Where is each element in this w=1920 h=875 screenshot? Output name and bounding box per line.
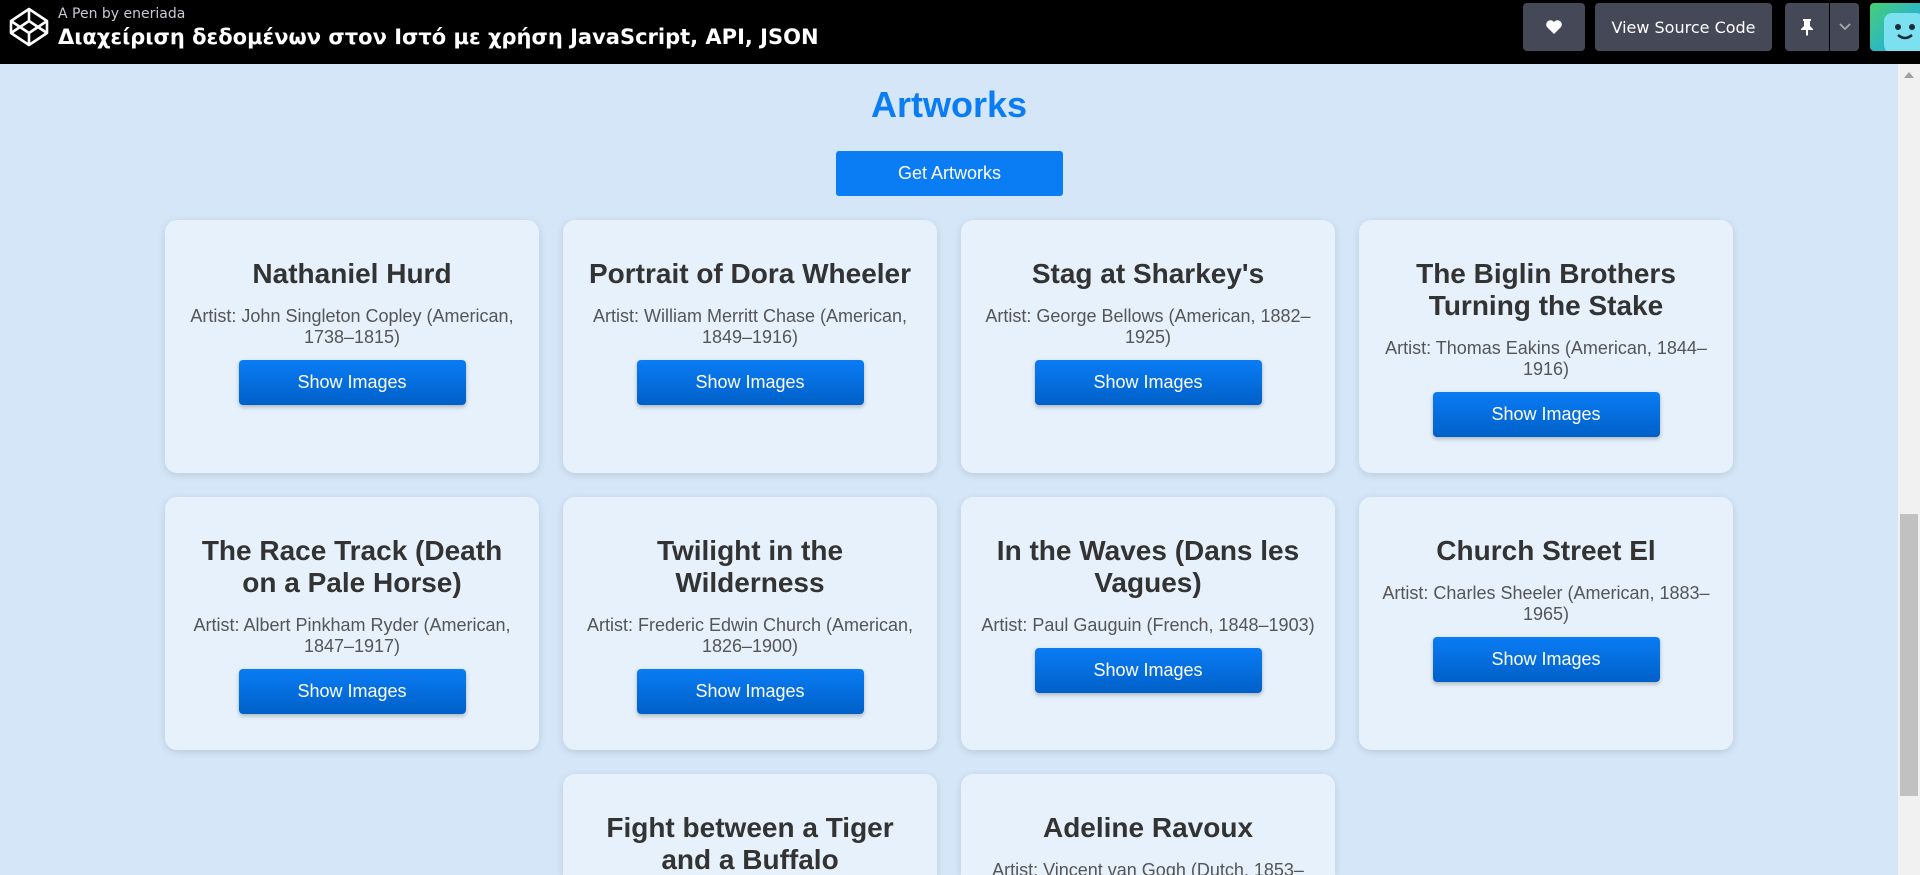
artwork-card: In the Waves (Dans les Vagues) Artist: P… <box>961 497 1335 750</box>
pen-title: Διαχείριση δεδομένων στον Ιστό με χρήση … <box>58 25 819 49</box>
artwork-artist: Artist: William Merritt Chase (American,… <box>592 306 908 347</box>
user-avatar[interactable] <box>1870 3 1920 51</box>
artwork-title: Portrait of Dora Wheeler <box>588 258 912 289</box>
artwork-card: Nathaniel Hurd Artist: John Singleton Co… <box>165 220 539 473</box>
artwork-card: Church Street El Artist: Charles Sheeler… <box>1359 497 1733 750</box>
pen-author[interactable]: A Pen by eneriada <box>58 6 819 22</box>
artwork-artist: Artist: Paul Gauguin (French, 1848–1903) <box>981 615 1315 635</box>
show-images-button[interactable]: Show Images <box>636 669 864 714</box>
artwork-title: Adeline Ravoux <box>1042 812 1254 843</box>
get-artworks-button[interactable]: Get Artworks <box>836 151 1063 196</box>
show-images-button[interactable]: Show Images <box>238 669 466 714</box>
artwork-artist: Artist: John Singleton Copley (American,… <box>190 306 514 347</box>
artwork-card: Stag at Sharkey's Artist: George Bellows… <box>961 220 1335 473</box>
heart-icon <box>1546 20 1562 34</box>
artwork-card: Twilight in the Wilderness Artist: Frede… <box>563 497 937 750</box>
artwork-card: Portrait of Dora Wheeler Artist: William… <box>563 220 937 473</box>
chevron-down-icon <box>1838 23 1851 31</box>
artwork-title: In the Waves (Dans les Vagues) <box>996 535 1300 598</box>
artwork-artist: Artist: Thomas Eakins (American, 1844–19… <box>1385 338 1707 379</box>
artwork-title: The Biglin Brothers Turning the Stake <box>1416 258 1676 321</box>
artwork-artist: Artist: George Bellows (American, 1882–1… <box>985 306 1311 347</box>
show-images-button[interactable]: Show Images <box>636 360 864 405</box>
show-images-button[interactable]: Show Images <box>1034 360 1262 405</box>
artwork-title: The Race Track (Death on a Pale Horse) <box>201 535 503 598</box>
pin-dropdown-button[interactable] <box>1830 3 1859 51</box>
avatar-face-icon <box>1884 13 1920 51</box>
artwork-title: Nathaniel Hurd <box>252 258 452 289</box>
artwork-card: Fight between a Tiger and a Buffalo <box>563 774 937 875</box>
artwork-card: The Biglin Brothers Turning the Stake Ar… <box>1359 220 1733 473</box>
codepen-logo-icon[interactable] <box>8 6 50 48</box>
artwork-title: Stag at Sharkey's <box>1031 258 1265 289</box>
artwork-card: Adeline Ravoux Artist: Vincent van Gogh … <box>961 774 1335 875</box>
scroll-up-arrow[interactable] <box>1898 64 1920 86</box>
pin-icon <box>1801 19 1813 36</box>
artwork-card: The Race Track (Death on a Pale Horse) A… <box>165 497 539 750</box>
heart-button[interactable] <box>1523 3 1585 51</box>
page-title: Artworks <box>870 84 1028 125</box>
page-scrollbar[interactable] <box>1898 64 1920 875</box>
show-images-button[interactable]: Show Images <box>1432 392 1660 437</box>
artwork-artist: Artist: Charles Sheeler (American, 1883–… <box>1382 583 1710 624</box>
codepen-header: A Pen by eneriada Διαχείριση δεδομένων σ… <box>0 0 1920 64</box>
artwork-artist: Artist: Frederic Edwin Church (American,… <box>586 615 914 656</box>
artwork-title: Fight between a Tiger and a Buffalo <box>606 812 894 875</box>
show-images-button[interactable]: Show Images <box>1432 637 1660 682</box>
artwork-title: Twilight in the Wilderness <box>656 535 844 598</box>
pin-button[interactable] <box>1785 3 1829 51</box>
show-images-button[interactable]: Show Images <box>238 360 466 405</box>
artwork-title: Church Street El <box>1436 535 1656 566</box>
pen-meta: A Pen by eneriada Διαχείριση δεδομένων σ… <box>58 6 819 51</box>
artwork-artist: Artist: Albert Pinkham Ryder (American, … <box>193 615 511 656</box>
view-source-button[interactable]: View Source Code <box>1595 3 1772 51</box>
show-images-button[interactable]: Show Images <box>1034 648 1262 693</box>
artwork-artist: Artist: Vincent van Gogh (Dutch, 1853– <box>992 860 1304 875</box>
arrow-up-icon <box>1904 72 1914 78</box>
scroll-thumb[interactable] <box>1900 514 1918 796</box>
